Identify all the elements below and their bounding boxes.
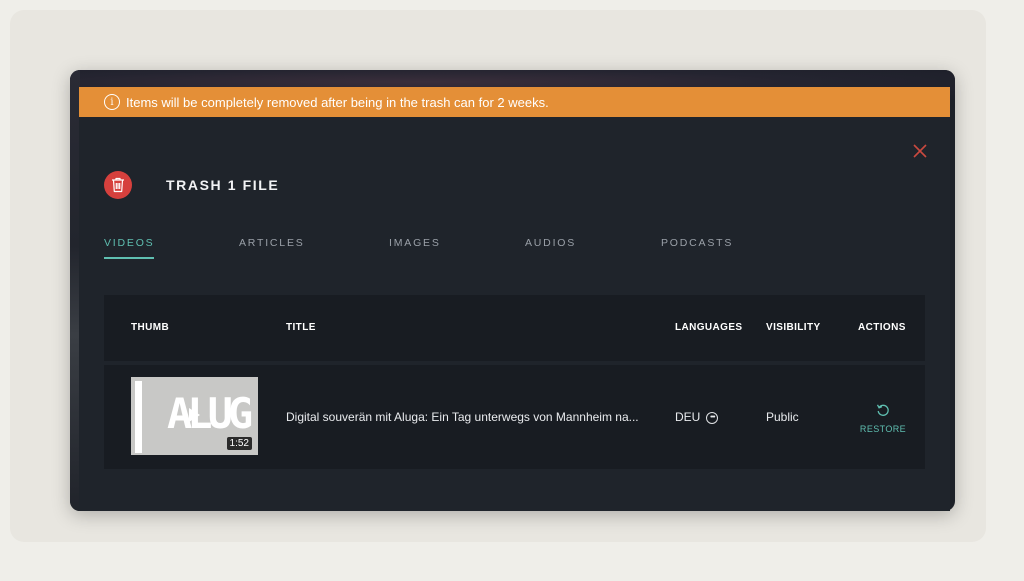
banner-text: Items will be completely removed after b… — [126, 94, 549, 110]
thumbnail-bar — [135, 381, 142, 453]
restore-icon — [876, 404, 889, 416]
tab-images[interactable]: IMAGES — [389, 237, 441, 249]
table-row: ALUG 1:52 Digital souverän mit Aluga: Ei… — [104, 365, 925, 469]
info-icon: i — [104, 94, 120, 110]
language-code: DEU — [675, 410, 701, 424]
more-icon[interactable]: ••• — [706, 411, 719, 424]
restore-label: RESTORE — [859, 424, 907, 434]
tab-videos[interactable]: VIDEOS — [104, 237, 155, 259]
column-header-thumb: THUMB — [131, 322, 170, 333]
tab-podcasts[interactable]: PODCASTS — [661, 237, 733, 249]
play-icon — [189, 408, 200, 422]
modal-title: TRASH 1 FILE — [166, 177, 280, 193]
table-header: THUMB TITLE LANGUAGES VISIBILITY ACTIONS — [104, 295, 925, 361]
column-header-actions: ACTIONS — [858, 322, 906, 333]
restore-button[interactable]: RESTORE — [858, 403, 908, 434]
close-button[interactable] — [909, 142, 931, 164]
video-title: Digital souverän mit Aluga: Ein Tag unte… — [286, 410, 639, 424]
trash-table: THUMB TITLE LANGUAGES VISIBILITY ACTIONS… — [104, 295, 925, 469]
trash-icon — [112, 177, 124, 193]
column-header-languages: LANGUAGES — [675, 322, 743, 333]
tab-audios[interactable]: AUDIOS — [525, 237, 576, 249]
trash-warning-banner: i Items will be completely removed after… — [79, 87, 950, 117]
tab-articles[interactable]: ARTICLES — [239, 237, 305, 249]
close-icon — [913, 144, 927, 158]
video-thumbnail[interactable]: ALUG 1:52 — [131, 377, 258, 455]
column-header-visibility: VISIBILITY — [766, 322, 821, 333]
thumbnail-text: ALUG — [167, 389, 253, 438]
column-header-title: TITLE — [286, 322, 316, 333]
trash-modal: i Items will be completely removed after… — [79, 87, 950, 511]
trash-badge — [104, 171, 132, 199]
video-duration: 1:52 — [226, 437, 252, 450]
languages-cell: DEU ••• — [675, 410, 719, 424]
modal-header: TRASH 1 FILE — [104, 171, 279, 199]
visibility-value: Public — [766, 410, 799, 424]
